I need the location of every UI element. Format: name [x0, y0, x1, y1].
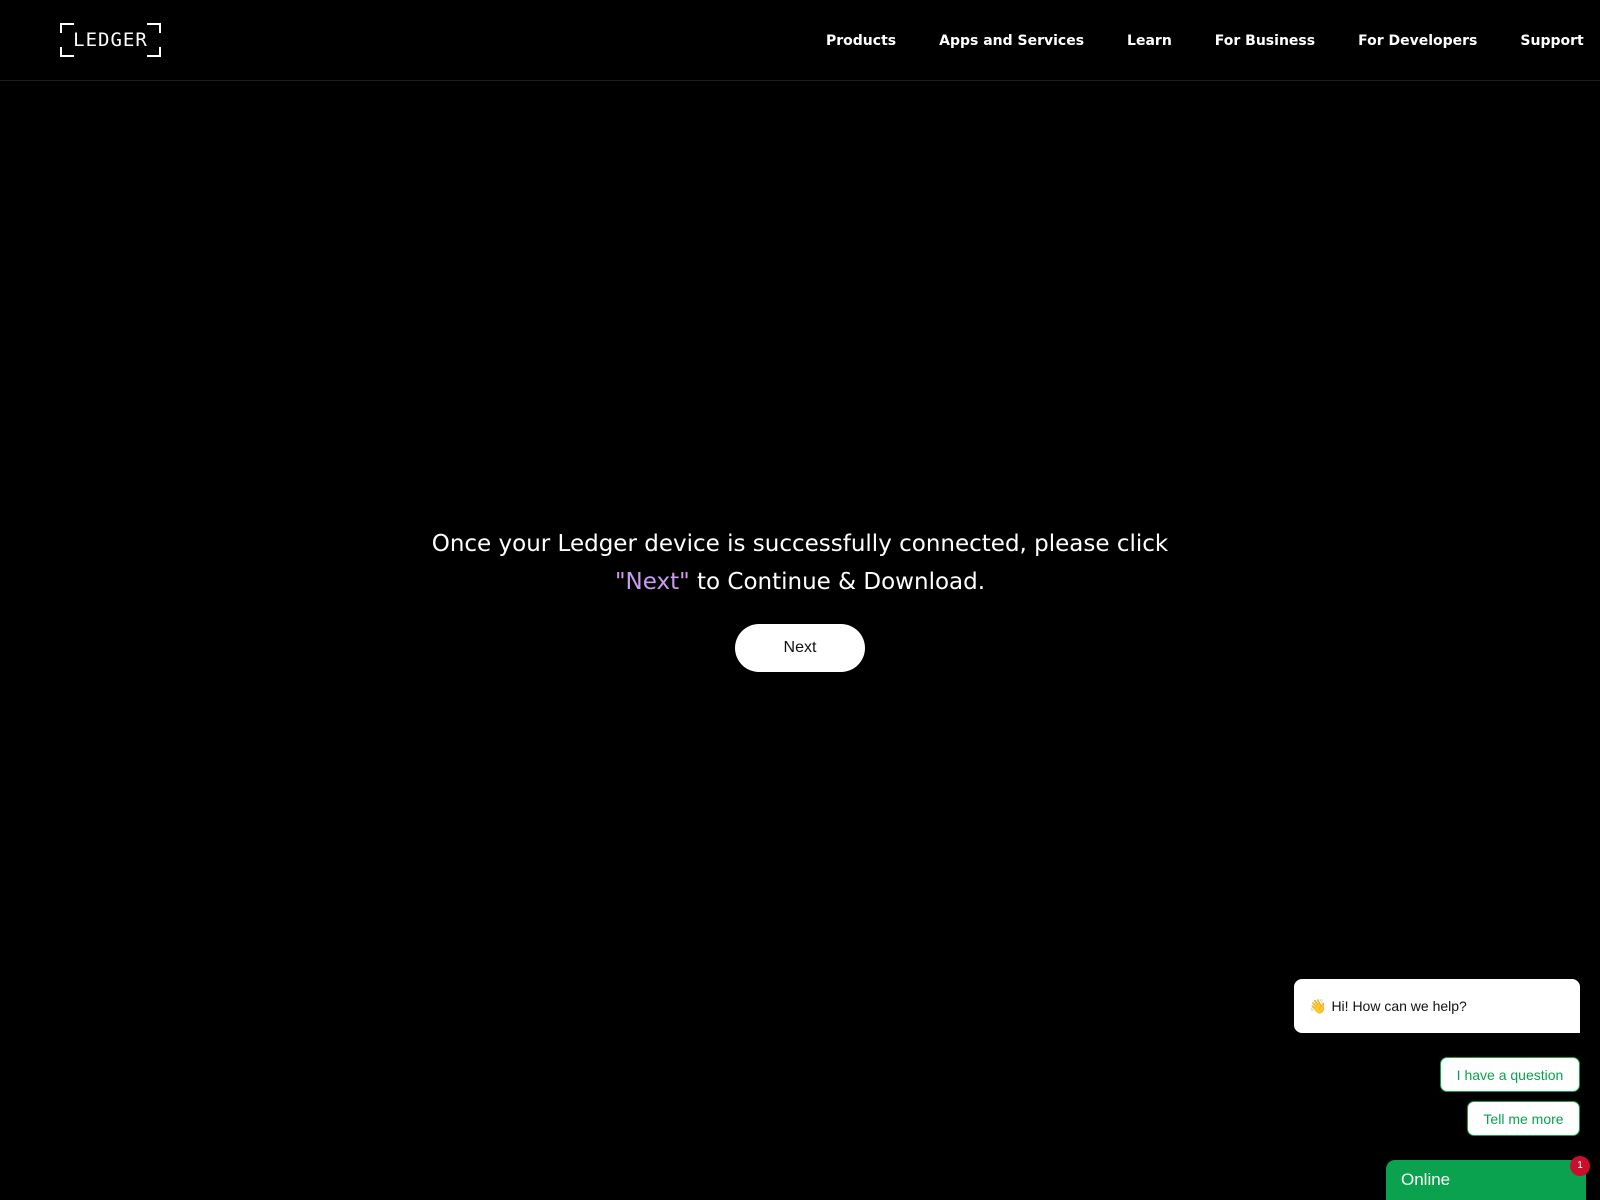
nav-learn[interactable]: Learn: [1127, 30, 1172, 52]
nav-for-developers[interactable]: For Developers: [1358, 30, 1477, 52]
chat-online-tab[interactable]: Online: [1386, 1160, 1586, 1200]
instruction-text-end: to Continue & Download.: [689, 569, 986, 595]
next-button[interactable]: Next: [735, 624, 865, 672]
instruction-highlight: "Next": [614, 569, 690, 595]
logo-left-bracket: [59, 23, 74, 57]
nav-apps-and-services[interactable]: Apps and Services: [939, 30, 1084, 52]
nav-support[interactable]: Support: [1520, 30, 1583, 52]
ledger-logo[interactable]: LEDGER: [59, 23, 162, 57]
nav-products[interactable]: Products: [826, 30, 896, 52]
chat-option-question[interactable]: I have a question: [1440, 1057, 1580, 1092]
nav-for-business[interactable]: For Business: [1215, 30, 1315, 52]
unread-badge: 1: [1570, 1156, 1590, 1176]
connect-instructions: Once your Ledger device is successfully …: [400, 525, 1200, 601]
chat-greeting-bubble: 👋 Hi! How can we help?: [1294, 979, 1580, 1033]
waving-hand-icon: 👋: [1309, 997, 1327, 1014]
chat-option-tell-more[interactable]: Tell me more: [1467, 1101, 1580, 1136]
logo-text: LEDGER: [73, 29, 148, 51]
chat-greeting-text: Hi! How can we help?: [1331, 998, 1467, 1014]
instruction-message: Once your Ledger device is successfully …: [400, 525, 1200, 601]
instruction-text-start: Once your Ledger device is successfully …: [431, 531, 1169, 557]
site-header: LEDGER Products Apps and Services Learn …: [0, 0, 1600, 81]
logo-right-bracket: [147, 23, 162, 57]
main-nav: Products Apps and Services Learn For Bus…: [826, 30, 1584, 52]
